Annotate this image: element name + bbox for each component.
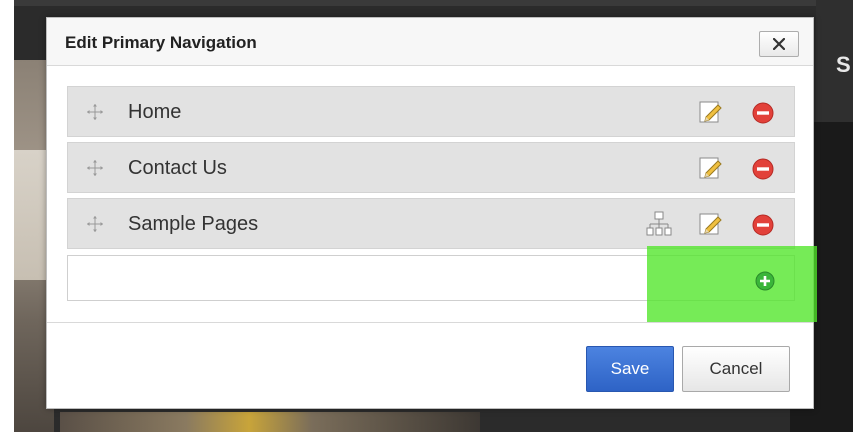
remove-icon[interactable]	[752, 102, 774, 124]
background-partial-text: S	[836, 52, 851, 77]
footer-divider	[47, 322, 813, 323]
remove-icon[interactable]	[752, 158, 774, 180]
background-photo-bottom	[60, 412, 480, 432]
nav-item-home[interactable]: Home	[67, 86, 795, 137]
save-button[interactable]: Save	[586, 346, 674, 392]
pencil-edit-icon[interactable]	[698, 211, 724, 237]
nav-item-sample-pages[interactable]: Sample Pages	[67, 198, 795, 249]
highlight-overlay	[647, 246, 817, 322]
pencil-edit-icon[interactable]	[698, 99, 724, 125]
remove-icon[interactable]	[752, 214, 774, 236]
drag-handle-icon[interactable]	[86, 103, 104, 121]
drag-handle-icon[interactable]	[86, 215, 104, 233]
add-icon[interactable]	[755, 271, 775, 291]
drag-handle-icon[interactable]	[86, 159, 104, 177]
nav-item-label: Sample Pages	[128, 213, 259, 235]
close-icon	[773, 38, 785, 50]
nav-item-contact-us[interactable]: Contact Us	[67, 142, 795, 193]
sitemap-icon[interactable]	[645, 210, 673, 238]
nav-item-label: Home	[128, 101, 182, 123]
background-top-strip	[14, 0, 853, 6]
pencil-edit-icon[interactable]	[698, 155, 724, 181]
dialog-header: Edit Primary Navigation	[47, 18, 813, 66]
cancel-button[interactable]: Cancel	[682, 346, 790, 392]
nav-item-label: Contact Us	[128, 157, 227, 179]
edit-navigation-dialog: Edit Primary Navigation Home Contact Us …	[46, 17, 817, 409]
dialog-title: Edit Primary Navigation	[65, 33, 257, 52]
close-button[interactable]	[759, 31, 799, 57]
